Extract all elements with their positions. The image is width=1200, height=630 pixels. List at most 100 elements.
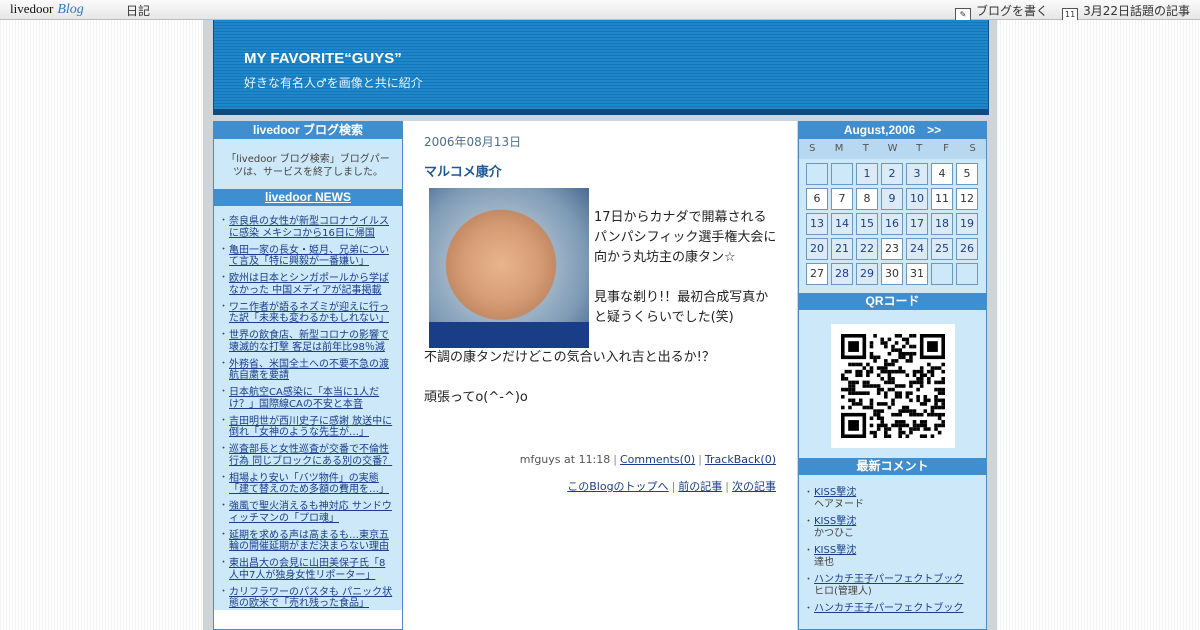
livedoor-blog-logo[interactable]: livedoor Blog bbox=[10, 1, 84, 18]
nav-diary-link[interactable]: 日記 bbox=[126, 2, 150, 19]
calendar-day[interactable]: 24 bbox=[906, 238, 928, 260]
comment-item: KISS撃沈かつひこ bbox=[804, 516, 978, 540]
photo-shirt bbox=[429, 322, 589, 348]
news-link[interactable]: 相場より安い「バツ物件」の実態「建て替えのため多額の費用を…」 bbox=[229, 473, 389, 496]
calendar-day[interactable]: 10 bbox=[906, 188, 928, 210]
news-link[interactable]: 奈良県の女性が新型コロナウイルスに感染 メキシコから16日に帰国 bbox=[229, 216, 389, 239]
post-title[interactable]: マルコメ康介 bbox=[424, 161, 502, 180]
qr-code bbox=[830, 324, 955, 448]
calendar-day[interactable]: 14 bbox=[831, 213, 853, 235]
news-link[interactable]: 東出昌大の会見に山田美保子氏「8人中7人が独身女性リポーター」 bbox=[229, 558, 385, 581]
calendar-day[interactable]: 1 bbox=[856, 163, 878, 185]
post-text-4: 頑張ってo(^-^)o bbox=[424, 390, 528, 405]
comment-link[interactable]: ハンカチ王子パーフェクトブック bbox=[814, 574, 963, 585]
news-item: カリフラワーのパスタも パニック状態の欧米で「売れ残った食品」 bbox=[219, 587, 394, 610]
comment-link[interactable]: KISS撃沈 bbox=[814, 545, 856, 556]
news-link[interactable]: ワニ作者が語るネズミが迎えに行った訳「未来も変わるかもしれない」 bbox=[229, 302, 389, 325]
right-sidebar: August,2006 >> SMTWTFS 1 2 3 4 5 6 7 8 9 10 11 12 13 1… bbox=[798, 121, 987, 630]
news-link[interactable]: 世界の飲食店、新型コロナの影響で壊滅的な打撃 客足は前年比98％減 bbox=[229, 330, 389, 353]
trackback-link[interactable]: TrackBack(0) bbox=[705, 453, 776, 466]
comments-link[interactable]: Comments(0) bbox=[620, 453, 695, 466]
news-box: 奈良県の女性が新型コロナウイルスに感染 メキシコから16日に帰国亀田一家の長女・… bbox=[214, 206, 402, 610]
news-item: 巡査部長と女性巡査が交番で不倫性行為 同じブロックにある別の交番？ bbox=[219, 444, 394, 467]
weekday-label: F bbox=[943, 143, 949, 154]
calendar-day[interactable]: 2 bbox=[881, 163, 903, 185]
calendar-empty-cell bbox=[956, 263, 978, 285]
news-link[interactable]: 欧州は日本とシンガポールから学ばなかった 中国メディアが記事掲載 bbox=[229, 273, 389, 296]
news-item: 欧州は日本とシンガポールから学ばなかった 中国メディアが記事掲載 bbox=[219, 273, 394, 296]
calendar-day: 5 bbox=[956, 163, 978, 185]
qr-box bbox=[799, 310, 986, 458]
calendar-day: 12 bbox=[956, 188, 978, 210]
calendar-day[interactable]: 16 bbox=[881, 213, 903, 235]
comment-link[interactable]: KISS撃沈 bbox=[814, 487, 856, 498]
calendar-heading: August,2006 >> bbox=[799, 122, 986, 139]
calendar-day[interactable]: 15 bbox=[856, 213, 878, 235]
news-item: 亀田一家の長女・姫月、兄弟について言及「特に興毅が一番嫌い」 bbox=[219, 245, 394, 268]
news-link[interactable]: 日本航空CA感染に「本当に1人だけ？」国際線CAの不安と本音 bbox=[229, 387, 379, 410]
calendar-day[interactable]: 3 bbox=[906, 163, 928, 185]
news-item: 世界の飲食店、新型コロナの影響で壊滅的な打撃 客足は前年比98％減 bbox=[219, 330, 394, 353]
post-photo bbox=[429, 188, 589, 348]
calendar-day: 30 bbox=[881, 263, 903, 285]
calendar-day[interactable]: 20 bbox=[806, 238, 828, 260]
comment-item: KISS撃沈ヘアヌード bbox=[804, 487, 978, 511]
news-link[interactable]: 亀田一家の長女・姫月、兄弟について言及「特に興毅が一番嫌い」 bbox=[229, 245, 389, 268]
calendar-day[interactable]: 25 bbox=[931, 238, 953, 260]
calendar-grid: 1 2 3 4 5 6 7 8 9 10 11 12 13 14 15 16 17 18 19 20 21 22 23 24 2… bbox=[799, 159, 986, 293]
left-sidebar: livedoor ブログ検索 「livedoor ブログ検索」ブログパーツは、サ… bbox=[213, 121, 403, 630]
search-heading: livedoor ブログ検索 bbox=[214, 122, 402, 139]
news-link[interactable]: 外務省、米国全土への不要不急の渡航自粛を要請 bbox=[229, 359, 389, 382]
news-link[interactable]: 巡査部長と女性巡査が交番で不倫性行為 同じブロックにある別の交番？ bbox=[229, 444, 392, 467]
news-heading[interactable]: livedoor NEWS bbox=[214, 189, 402, 206]
news-link[interactable]: 強風で聖火消えるも神対応 サンドウィッチマンの「プロ魂」 bbox=[229, 501, 392, 524]
calendar-day[interactable]: 29 bbox=[856, 263, 878, 285]
page-background-left bbox=[0, 20, 203, 630]
weekday-label: W bbox=[887, 143, 898, 154]
comment-link[interactable]: ハンカチ王子パーフェクトブック bbox=[814, 603, 963, 614]
post-meta: mfguys at 11:18 | Comments(0) | TrackBack(0) bbox=[519, 453, 776, 466]
news-item: 強風で聖火消えるも神対応 サンドウィッチマンの「プロ魂」 bbox=[219, 501, 394, 524]
blog-top-link[interactable]: このBlogのトップへ bbox=[567, 480, 668, 493]
comment-item: ハンカチ王子パーフェクトブックヒロ(管理人) bbox=[804, 574, 978, 598]
calendar-day[interactable]: 19 bbox=[956, 213, 978, 235]
comment-link[interactable]: KISS撃沈 bbox=[814, 516, 856, 527]
calendar-day[interactable]: 9 bbox=[881, 188, 903, 210]
qr-heading: QRコード bbox=[799, 293, 986, 310]
blog-description: 好きな有名人♂を画像と共に紹介 bbox=[244, 76, 423, 90]
comment-list: KISS撃沈ヘアヌードKISS撃沈かつひこKISS撃沈達也ハンカチ王子パーフェク… bbox=[799, 475, 986, 615]
post-date: 2006年08月13日 bbox=[424, 135, 522, 149]
calendar-empty-cell bbox=[931, 263, 953, 285]
comment-item: KISS撃沈達也 bbox=[804, 545, 978, 569]
comment-author: ヘアヌード bbox=[814, 499, 864, 510]
calendar-day: 7 bbox=[831, 188, 853, 210]
news-link[interactable]: 延期を求める声は高まるも…東京五輪の開催延期がまだ決まらない理由 bbox=[229, 530, 389, 553]
calendar-day[interactable]: 28 bbox=[831, 263, 853, 285]
news-link[interactable]: カリフラワーのパスタも パニック状態の欧米で「売れ残った食品」 bbox=[229, 587, 392, 610]
prev-post-link[interactable]: 前の記事 bbox=[678, 480, 722, 493]
main-content: 2006年08月13日 マルコメ康介 17日からカナダで開幕されるパンパシフィッ… bbox=[403, 121, 797, 630]
calendar-day[interactable]: 22 bbox=[856, 238, 878, 260]
calendar-day[interactable]: 18 bbox=[931, 213, 953, 235]
news-item: 吉田明世が西川史子に感謝 放送中に倒れ「女神のような先生が…」 bbox=[219, 416, 394, 439]
calendar-day[interactable]: 26 bbox=[956, 238, 978, 260]
next-post-link[interactable]: 次の記事 bbox=[732, 480, 776, 493]
top-bar: livedoor Blog 日記 ✎ ブログを書く 11 3月22日話題の記事 bbox=[0, 0, 1200, 23]
header-bottom-bar bbox=[214, 109, 988, 115]
calendar-day: 31 bbox=[906, 263, 928, 285]
news-link[interactable]: 吉田明世が西川史子に感謝 放送中に倒れ「女神のような先生が…」 bbox=[229, 416, 392, 439]
weekday-label: S bbox=[809, 143, 816, 154]
calendar-day[interactable]: 21 bbox=[831, 238, 853, 260]
post-text-2: 見事な剃り!！最初合成写真かと疑うくらいでした(笑) bbox=[594, 290, 769, 325]
news-item: 日本航空CA感染に「本当に1人だけ？」国際線CAの不安と本音 bbox=[219, 387, 394, 410]
calendar-day[interactable]: 17 bbox=[906, 213, 928, 235]
blog-title[interactable]: MY FAVORITE“GUYS” bbox=[244, 50, 402, 67]
calendar-day[interactable]: 13 bbox=[806, 213, 828, 235]
calendar-empty-cell bbox=[831, 163, 853, 185]
page-background-right bbox=[997, 20, 1200, 630]
comment-author: かつひこ bbox=[814, 528, 854, 539]
calendar-next-link[interactable]: >> bbox=[927, 123, 941, 137]
post-text-3: 不調の康タンだけどこの気合い入れ吉と出るか!？ bbox=[424, 350, 715, 365]
calendar-weekdays: SMTWTFS bbox=[799, 139, 986, 159]
comments-heading: 最新コメント bbox=[799, 458, 986, 475]
